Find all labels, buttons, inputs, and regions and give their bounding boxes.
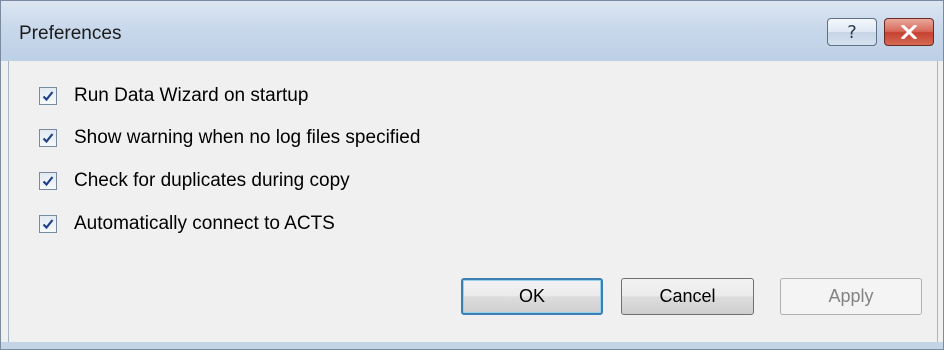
auto-connect-checkbox[interactable] <box>39 215 57 233</box>
checkmark-icon <box>42 91 54 102</box>
run-data-wizard-label: Run Data Wizard on startup <box>74 85 309 106</box>
show-warning-checkbox[interactable] <box>39 129 57 147</box>
question-mark-icon: ? <box>847 21 857 43</box>
option-check-duplicates[interactable]: Check for duplicates during copy <box>39 169 350 193</box>
run-data-wizard-checkbox[interactable] <box>39 87 57 105</box>
checkmark-icon <box>42 133 54 144</box>
close-icon <box>901 25 917 39</box>
window-bottom-border <box>1 342 943 349</box>
show-warning-label: Show warning when no log files specified <box>74 127 421 148</box>
checkmark-icon <box>42 219 54 230</box>
title-bar[interactable]: Preferences ? <box>1 1 943 61</box>
close-button[interactable] <box>884 18 934 46</box>
window-title: Preferences <box>19 23 122 44</box>
cancel-button[interactable]: Cancel <box>621 278 754 315</box>
check-duplicates-label: Check for duplicates during copy <box>74 170 350 191</box>
ok-button[interactable]: OK <box>461 278 603 315</box>
preferences-dialog: Preferences ? Run Data Wizard on startup <box>0 0 944 350</box>
option-auto-connect[interactable]: Automatically connect to ACTS <box>39 212 335 236</box>
apply-button[interactable]: Apply <box>780 278 922 315</box>
option-show-warning[interactable]: Show warning when no log files specified <box>39 126 420 150</box>
checkmark-icon <box>42 176 54 187</box>
help-button[interactable]: ? <box>827 18 877 46</box>
auto-connect-label: Automatically connect to ACTS <box>74 213 335 234</box>
check-duplicates-checkbox[interactable] <box>39 172 57 190</box>
dialog-body: Run Data Wizard on startup Show warning … <box>8 61 938 344</box>
option-run-data-wizard[interactable]: Run Data Wizard on startup <box>39 84 308 108</box>
